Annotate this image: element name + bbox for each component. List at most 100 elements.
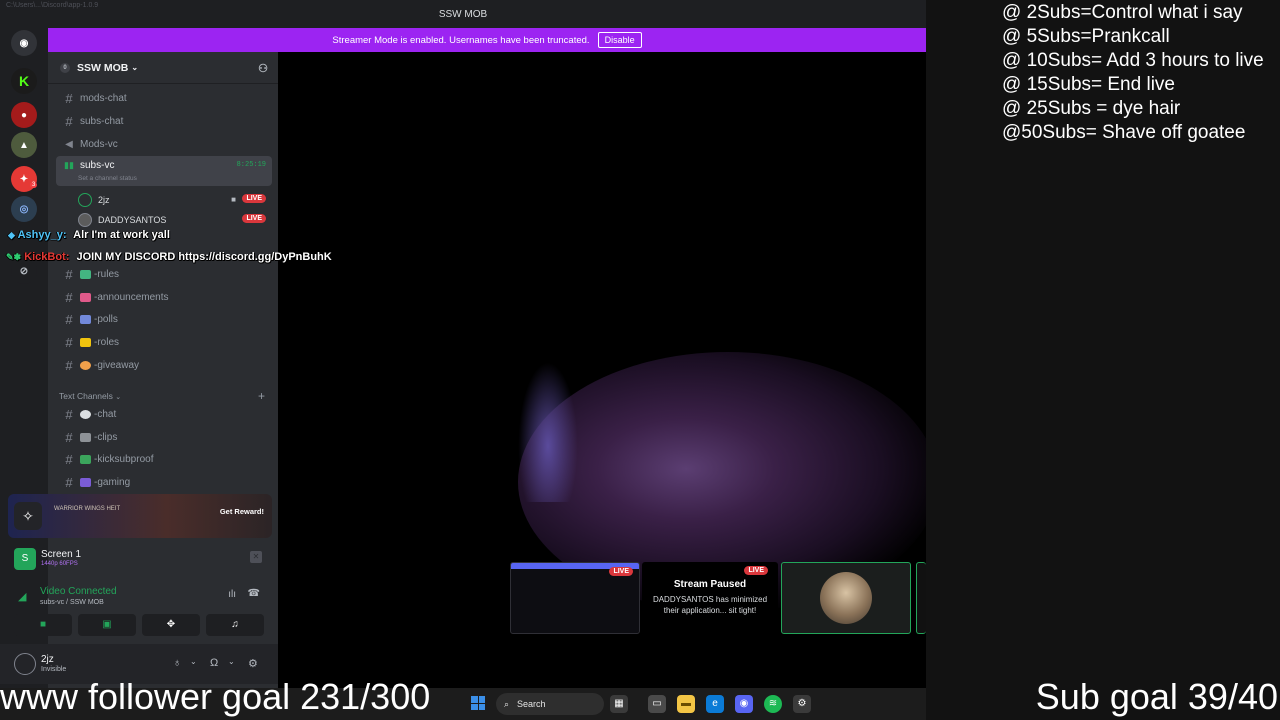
goal-item: @ 5Subs=Prankcall <box>1002 26 1170 47</box>
goal-item: @ 2Subs=Control what i say <box>1002 2 1243 23</box>
channel-announcements[interactable]: # -announcements <box>56 287 272 307</box>
noise-suppression-icon[interactable]: ılı <box>228 589 236 600</box>
stream-tile-paused[interactable]: LIVE Stream Paused DADDYSANTOS has minim… <box>642 562 778 634</box>
goal-item: @50Subs= Shave off goatee <box>1002 122 1246 143</box>
hash-icon: # <box>65 334 73 350</box>
channel-emoji-icon <box>80 454 91 464</box>
avatar <box>820 572 872 624</box>
channel-gaming[interactable]: # -gaming <box>56 472 272 492</box>
windows-start-icon[interactable] <box>471 696 485 710</box>
channel-label: -polls <box>94 313 118 325</box>
headphones-icon[interactable]: Ω <box>210 657 218 669</box>
soundboard-button[interactable]: ♫ <box>206 614 264 636</box>
channel-rules[interactable]: # -rules <box>56 264 272 284</box>
voice-user-name: 2jz <box>98 195 110 205</box>
discord-icon[interactable]: ◉ <box>735 695 753 713</box>
stream-tile-more[interactable] <box>916 562 926 634</box>
chevron-down-icon: ⌄ <box>115 394 122 401</box>
voice-status-location[interactable]: subs-vc / SSW MOB <box>40 599 104 606</box>
gear-icon[interactable]: ⚙ <box>248 657 258 670</box>
chat-username: KickBot: <box>24 251 70 263</box>
user-name: 2jz <box>41 654 54 665</box>
unread-badge-2: 3 <box>30 182 38 188</box>
voice-active-icon: ▮▮ <box>64 160 74 170</box>
invite-icon[interactable]: ⚇ <box>258 62 268 75</box>
task-view-icon[interactable]: ▦ <box>610 695 628 713</box>
discord-home-icon[interactable]: ◉ <box>11 30 37 56</box>
server-app-icon[interactable]: ✦ <box>11 166 37 192</box>
channel-giveaway[interactable]: # -giveaway <box>56 355 272 375</box>
get-reward-button[interactable]: Get Reward! <box>220 507 264 516</box>
chevron-down-icon[interactable]: ⌄ <box>228 657 235 666</box>
voice-user-daddysantos[interactable]: DADDYSANTOS LIVE <box>78 210 270 230</box>
goal-item: @ 10Subs= Add 3 hours to live <box>1002 50 1264 71</box>
channel-label: -kicksubproof <box>94 453 154 465</box>
voice-timer: 8:25:19 <box>236 161 266 169</box>
channel-label: mods-chat <box>80 92 127 104</box>
channel-mods-chat[interactable]: # mods-chat <box>56 88 272 108</box>
stream-tile-avatar[interactable] <box>781 562 911 634</box>
chevron-down-icon[interactable]: ⌄ <box>190 657 197 666</box>
channel-label: Mods-vc <box>80 138 118 150</box>
microphone-icon[interactable]: ♁ <box>173 657 181 669</box>
channel-label: -giveaway <box>94 359 140 371</box>
server-red-icon[interactable]: ● <box>11 102 37 128</box>
hash-icon: # <box>65 429 73 445</box>
voice-status-title[interactable]: Video Connected <box>40 586 117 597</box>
channel-emoji-icon <box>80 314 91 324</box>
speaker-icon: ◀ <box>65 138 73 150</box>
stop-share-icon[interactable]: ✕ <box>250 551 262 563</box>
hash-icon: # <box>65 474 73 490</box>
taskbar-search-box[interactable]: ⌕ Search <box>496 693 604 715</box>
screen-share-panel: S Screen 1 1440p 60FPS ✕ <box>8 542 272 576</box>
spotify-icon[interactable]: ≋ <box>764 695 782 713</box>
stream-tile-2jz[interactable]: LIVE <box>510 562 640 634</box>
server-kick-icon[interactable]: K <box>11 68 37 94</box>
voice-user-name: DADDYSANTOS <box>98 215 167 225</box>
avatar[interactable] <box>14 653 36 675</box>
edge-icon[interactable]: e <box>706 695 724 713</box>
add-channel-button[interactable]: + <box>258 389 265 403</box>
server-gamepad-icon[interactable]: ◎ <box>11 196 37 222</box>
app-icon[interactable]: ⚙ <box>793 695 811 713</box>
activities-button[interactable]: ✥ <box>142 614 200 636</box>
hash-icon: # <box>65 311 73 327</box>
desktop-icon[interactable]: ▭ <box>648 695 666 713</box>
reward-brand: WARRIOR WINGS HEIT <box>54 506 121 512</box>
hash-icon: # <box>65 406 73 422</box>
channel-kicksubproof[interactable]: # -kicksubproof <box>56 449 272 469</box>
server-header[interactable]: 0 SSW MOB ⌄ ⚇ <box>48 52 278 84</box>
category-text-channels[interactable]: Text Channels ⌄ + <box>59 389 265 403</box>
disable-streamer-mode-button[interactable]: Disable <box>597 32 642 48</box>
channel-chat[interactable]: # -chat <box>56 404 272 424</box>
reward-card: ✧ WARRIOR WINGS HEIT Get Reward! <box>8 494 272 538</box>
channel-subs-vc[interactable]: ▮▮ subs-vc 8:25:19 Set a channel status <box>56 156 272 186</box>
file-explorer-icon[interactable]: ▬ <box>677 695 695 713</box>
screen-share-quality: 1440p 60FPS <box>41 561 78 567</box>
server-group-icon[interactable]: ▲ <box>11 132 37 158</box>
channel-emoji-icon <box>80 432 91 442</box>
voice-user-2jz[interactable]: 2jz ■ LIVE <box>78 190 270 210</box>
channel-status[interactable]: Set a channel status <box>78 175 137 182</box>
screen-icon: S <box>14 548 36 570</box>
channel-polls[interactable]: # -polls <box>56 309 272 329</box>
goal-item: @ 15Subs= End live <box>1002 74 1175 95</box>
channel-mods-vc[interactable]: ◀ Mods-vc <box>56 134 272 154</box>
disconnect-icon[interactable]: ☎ <box>248 588 260 599</box>
screen-share-button[interactable]: ▣ <box>78 614 136 636</box>
nitro-icon: ✧ <box>14 502 42 530</box>
camera-icon: ■ <box>231 195 236 204</box>
channel-clips[interactable]: # -clips <box>56 427 272 447</box>
server-name: SSW MOB <box>77 61 129 74</box>
camera-button[interactable]: ■ <box>14 614 72 636</box>
stream-paused-message: DADDYSANTOS has minimized their applicat… <box>652 595 768 615</box>
channel-label: -roles <box>94 336 120 348</box>
search-icon: ⌕ <box>504 698 510 709</box>
channel-label: -chat <box>94 408 117 420</box>
chat-badge-icon: ✎✽ <box>6 252 22 262</box>
hash-icon: # <box>65 90 73 106</box>
channel-subs-chat[interactable]: # subs-chat <box>56 111 272 131</box>
channel-roles[interactable]: # -roles <box>56 332 272 352</box>
screen: C:\Users\...\Discord\app-1.0.9 SSW MOB ◉… <box>0 0 1280 720</box>
channel-label: -announcements <box>94 291 169 303</box>
